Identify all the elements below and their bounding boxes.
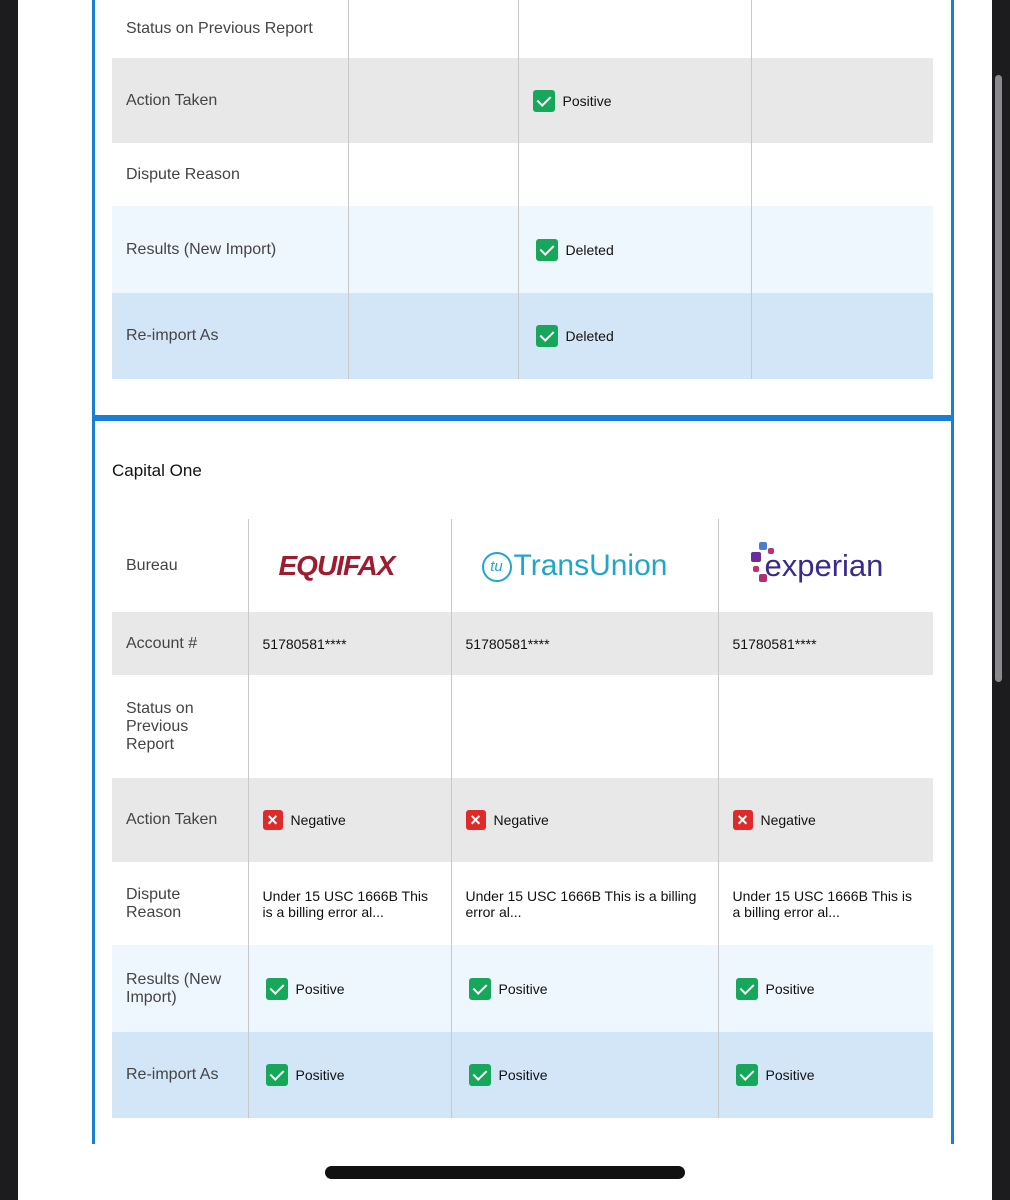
check-icon [735, 1064, 758, 1086]
table-row: Action Taken × Negative × Negative × Negati… [112, 778, 933, 862]
table-row: Action Taken Positive [112, 58, 933, 143]
dispute-reason: Under 15 USC 1666B This is a billing err… [717, 862, 933, 945]
transunion-logo: tu TransUnion [481, 549, 667, 583]
account-number: 51780581**** [247, 612, 451, 675]
row-label: Status on Previous Report [112, 0, 348, 58]
dispute-reason: Under 15 USC 1666B This is a billing err… [247, 862, 451, 945]
comparison-table: Status on Previous Report Action Taken P… [112, 0, 933, 379]
table-row: Status on Previous Report [112, 0, 933, 58]
x-icon: × [732, 810, 753, 830]
row-label: Action Taken [112, 778, 248, 862]
row-label: Re-import As [112, 293, 348, 379]
equifax-logo: EQUIFAX [278, 549, 396, 581]
status-value: Positive [562, 92, 612, 109]
check-icon [532, 89, 555, 112]
table-row: Bureau EQUIFAX tu TransUnion experian [112, 519, 933, 612]
check-icon [265, 977, 288, 1000]
account-card-capital-one: Capital One Bureau EQUIFAX tu TransUnion … [92, 418, 954, 1144]
table-row: Results (New Import) Positive Positive P… [112, 945, 933, 1032]
x-icon: × [262, 810, 283, 830]
check-icon [535, 325, 558, 347]
scrollbar[interactable] [995, 75, 1002, 682]
check-icon [265, 1064, 288, 1086]
row-label: Dispute Reason [112, 143, 348, 206]
row-label: Status on Previous Report [112, 675, 248, 778]
dispute-reason: Under 15 USC 1666B This is a billing err… [450, 862, 718, 945]
row-label: Re-import As [112, 1032, 248, 1118]
check-icon [535, 238, 558, 261]
row-label: Account # [112, 612, 248, 675]
check-icon [735, 977, 758, 1000]
row-label: Dispute Reason [112, 862, 248, 945]
row-label: Results (New Import) [112, 206, 348, 293]
home-indicator[interactable] [325, 1166, 685, 1179]
check-icon [468, 977, 491, 1000]
status-value: Deleted [565, 241, 614, 258]
account-card-previous: Status on Previous Report Action Taken P… [92, 0, 954, 418]
account-number: 51780581**** [717, 612, 933, 675]
experian-logo: experian [750, 541, 883, 584]
account-title: Capital One [112, 461, 202, 480]
row-label: Results (New Import) [112, 945, 248, 1032]
table-row: Results (New Import) Deleted [112, 206, 933, 293]
status-value: Deleted [565, 328, 614, 344]
comparison-table: Bureau EQUIFAX tu TransUnion experian Acc… [112, 519, 933, 1118]
page: Status on Previous Report Action Taken P… [18, 0, 992, 1200]
table-row: Re-import As Deleted [112, 293, 933, 379]
x-icon: × [465, 810, 486, 830]
account-number: 51780581**** [450, 612, 718, 675]
table-row: Dispute Reason Under 15 USC 1666B This i… [112, 862, 933, 945]
table-row: Account # 51780581**** 51780581**** 5178… [112, 612, 933, 675]
table-row: Dispute Reason [112, 143, 933, 206]
row-label: Bureau [112, 519, 248, 612]
table-row: Re-import As Positive Positive Positive [112, 1032, 933, 1118]
check-icon [468, 1064, 491, 1086]
table-row: Status on Previous Report [112, 675, 933, 778]
row-label: Action Taken [112, 58, 348, 143]
